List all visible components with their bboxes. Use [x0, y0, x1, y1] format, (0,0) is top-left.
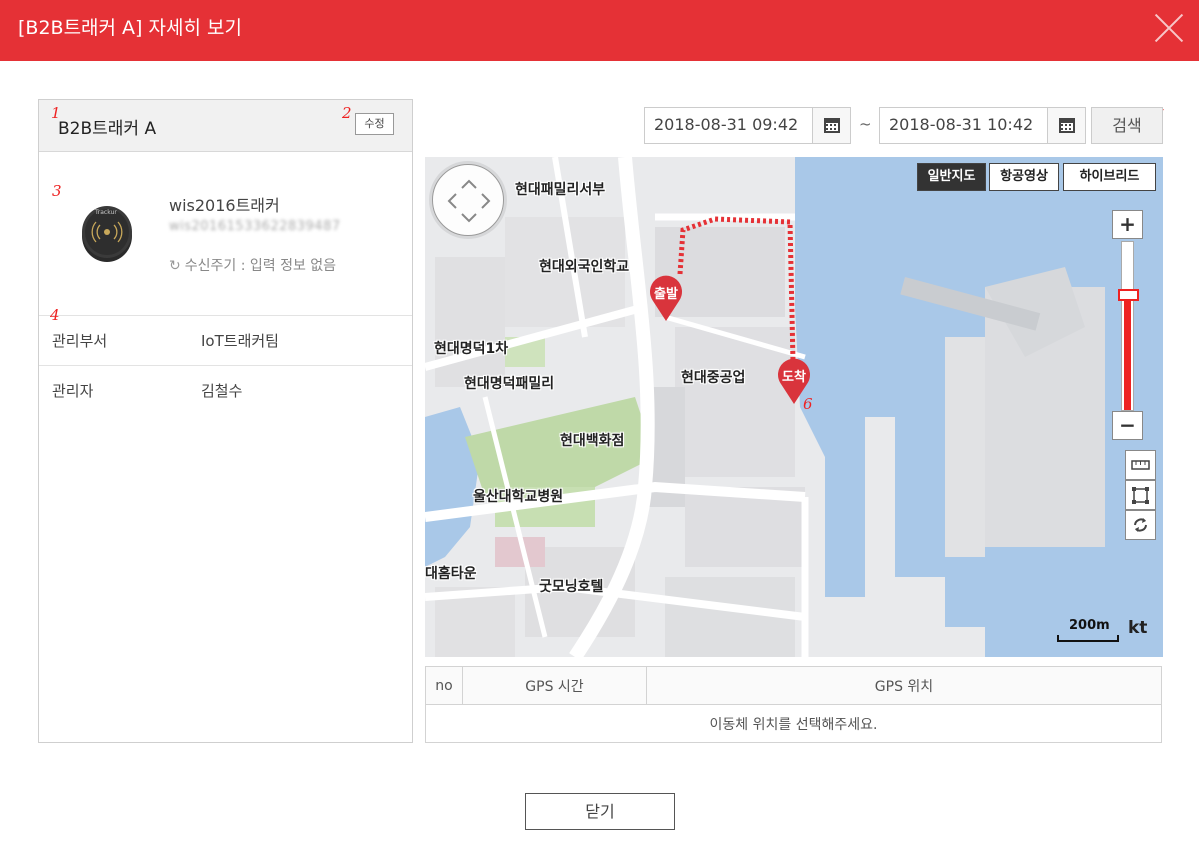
info-row-manager: 관리자 김철수	[39, 365, 412, 415]
info-value: IoT트래커팀	[201, 332, 279, 350]
map-label: 현대외국인학교	[539, 259, 630, 275]
annotation-marker: 6	[803, 395, 813, 413]
receive-cycle: ↻ 수신주기 : 입력 정보 없음	[169, 255, 336, 275]
device-panel-header: B2B트래커 A 수정	[39, 100, 412, 152]
col-no: no	[425, 666, 463, 705]
info-key: 관리부서	[52, 332, 108, 350]
annotation-marker: 2	[342, 104, 352, 122]
close-button[interactable]: 닫기	[525, 793, 675, 830]
annotation-marker: 4	[50, 306, 60, 324]
maptype-normal-button[interactable]: 일반지도	[917, 163, 986, 191]
edit-button[interactable]: 수정	[355, 113, 394, 135]
device-serial: wis2016153362283948​7	[169, 219, 341, 234]
start-date-value: 2018-08-31 09:42	[654, 115, 799, 134]
map-label: 현대백화점	[560, 433, 625, 449]
zoom-control: + −	[1112, 210, 1143, 442]
end-date-field[interactable]: 2018-08-31 10:42	[879, 107, 1086, 144]
info-value: 김철수	[201, 382, 243, 400]
device-info-panel: B2B트래커 A 수정 Trackur wis2016트래커 wis201615…	[38, 99, 413, 743]
table-row: 이동체 위치를 선택해주세요.	[425, 704, 1162, 743]
area-icon[interactable]	[1125, 480, 1156, 510]
scale-label: 200m	[1069, 618, 1110, 633]
map-label: 현대명덕패밀리	[464, 376, 555, 392]
start-pin-icon[interactable]: 출발	[649, 274, 683, 322]
gps-table: no GPS 시간 GPS 위치 이동체 위치를 선택해주세요.	[425, 666, 1162, 743]
end-date-value: 2018-08-31 10:42	[889, 115, 1034, 134]
start-date-field[interactable]: 2018-08-31 09:42	[644, 107, 851, 144]
reset-icon[interactable]	[1125, 510, 1156, 540]
device-thumbnail: Trackur	[82, 206, 132, 262]
info-row-department: 관리부서 IoT트래커팀	[39, 315, 412, 365]
receive-cycle-label: 수신주기 : 입력 정보 없음	[184, 258, 337, 274]
date-range-separator: ~	[859, 115, 872, 133]
pan-control[interactable]	[432, 164, 504, 236]
zoom-out-button[interactable]: −	[1112, 411, 1143, 440]
map-label: 현대패밀리서부	[515, 182, 606, 198]
calendar-icon[interactable]	[1047, 108, 1085, 143]
close-icon[interactable]	[1154, 13, 1184, 43]
search-button[interactable]: 검색	[1091, 107, 1163, 144]
col-gps-time: GPS 시간	[462, 666, 647, 705]
map-scale: 200m	[1057, 618, 1119, 642]
map-label: 대홈타운	[425, 566, 477, 582]
device-name: B2B트래커 A	[58, 119, 157, 139]
zoom-handle[interactable]	[1118, 289, 1139, 301]
scale-bar	[1057, 635, 1119, 642]
svg-text:Trackur: Trackur	[94, 209, 117, 216]
maptype-hybrid-button[interactable]: 하이브리드	[1063, 163, 1156, 191]
zoom-level-fill	[1124, 295, 1131, 410]
modal-header: [B2B트래커 A] 자세히 보기	[0, 0, 1199, 61]
annotation-marker: 3	[52, 182, 62, 200]
table-header-row: no GPS 시간 GPS 위치	[425, 666, 1162, 705]
map-base	[425, 157, 1163, 657]
calendar-icon[interactable]	[812, 108, 850, 143]
zoom-slider[interactable]	[1118, 241, 1139, 411]
distance-icon[interactable]	[1125, 450, 1156, 480]
info-key: 관리자	[52, 382, 94, 400]
maptype-aerial-button[interactable]: 항공영상	[989, 163, 1059, 191]
map-label: 현대명덕1차	[434, 341, 509, 357]
map-label: 현대중공업	[681, 370, 746, 386]
modal-title: [B2B트래커 A] 자세히 보기	[18, 17, 242, 39]
col-gps-location: GPS 위치	[646, 666, 1162, 705]
zoom-in-button[interactable]: +	[1112, 210, 1143, 239]
device-model: wis2016트래커	[169, 196, 280, 215]
start-pin-label: 출발	[654, 287, 678, 302]
map-label: 울산대학교병원	[473, 489, 564, 505]
map-view[interactable]: 현대패밀리서부 현대외국인학교 현대명덕1차 현대명덕패밀리 현대중공업 현대백…	[425, 157, 1163, 657]
empty-message: 이동체 위치를 선택해주세요.	[425, 704, 1162, 743]
provider-logo: kt	[1128, 618, 1148, 638]
end-pin-label: 도착	[782, 370, 806, 385]
annotation-marker: 1	[51, 104, 61, 122]
map-label: 굿모닝호텔	[539, 579, 604, 595]
refresh-icon: ↻	[169, 258, 181, 274]
